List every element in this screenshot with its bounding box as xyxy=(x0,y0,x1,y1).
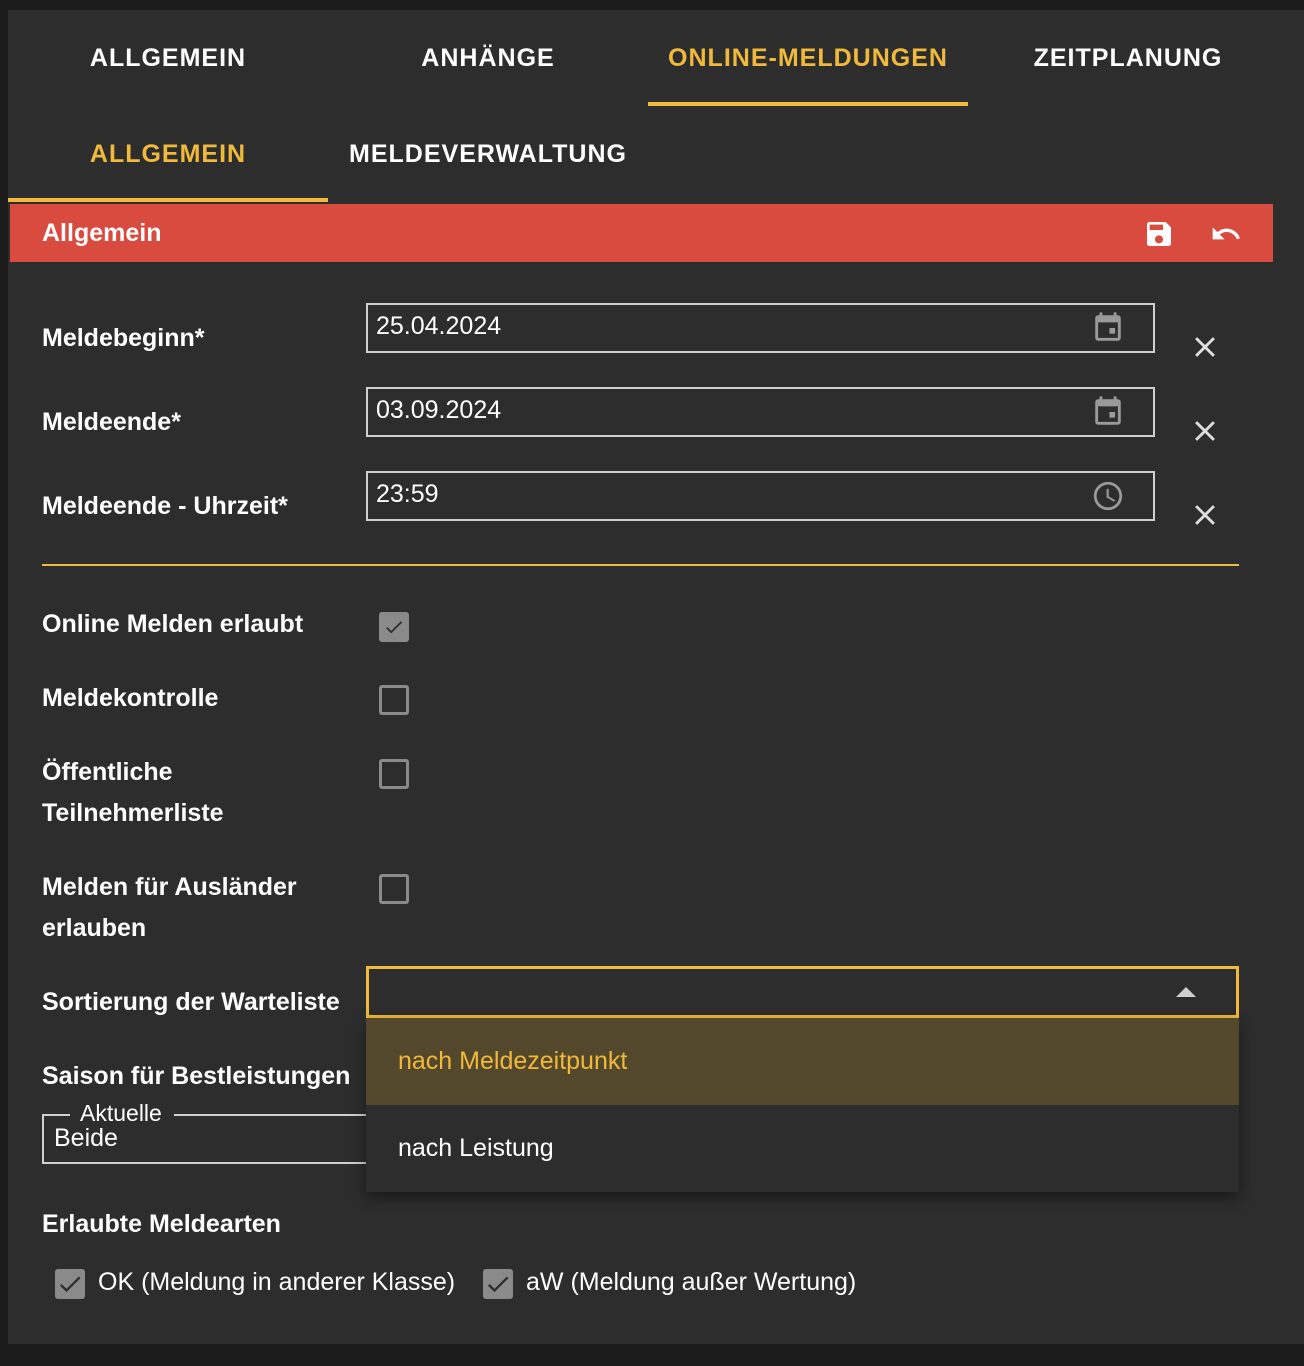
meldeende-label: Meldeende* xyxy=(42,408,181,436)
subtab-allgemein[interactable]: ALLGEMEIN xyxy=(8,106,328,202)
panel-header: Allgemein xyxy=(10,204,1273,262)
tab-allgemein[interactable]: ALLGEMEIN xyxy=(8,10,328,106)
undo-icon[interactable] xyxy=(1210,218,1242,250)
meldeart-ok-checkbox[interactable] xyxy=(55,1269,85,1299)
outline-segment xyxy=(42,1114,70,1116)
meldeende-uhrzeit-field[interactable]: 23:59 xyxy=(366,471,1155,521)
meldeende-value: 03.09.2024 xyxy=(376,396,502,424)
meldeende-field[interactable]: 03.09.2024 xyxy=(366,387,1155,437)
oeffentliche-liste-label: Öffentliche Teilnehmerliste xyxy=(42,752,224,834)
meldebeginn-label: Meldebeginn* xyxy=(42,324,205,352)
sortierung-select[interactable] xyxy=(366,966,1239,1018)
caret-up-icon xyxy=(1176,987,1196,997)
close-icon xyxy=(1195,421,1215,441)
meldebeginn-field[interactable]: 25.04.2024 xyxy=(366,303,1155,353)
tab-label: MELDEVERWALTUNG xyxy=(349,139,627,168)
section-divider xyxy=(42,564,1239,566)
saison-select[interactable]: Aktuelle Beide xyxy=(42,1100,382,1164)
meldeart-aw-checkbox[interactable] xyxy=(483,1269,513,1299)
saison-label: Saison für Bestleistungen xyxy=(42,1062,351,1090)
meldebeginn-value: 25.04.2024 xyxy=(376,312,502,340)
meldeende-uhrzeit-label: Meldeende - Uhrzeit* xyxy=(42,492,288,520)
check-icon xyxy=(386,621,403,634)
tab-label: ZEITPLANUNG xyxy=(1033,43,1223,72)
panel-title: Allgemein xyxy=(42,218,162,247)
meldearten-label: Erlaubte Meldearten xyxy=(42,1210,281,1238)
clear-meldeende-uhrzeit-button[interactable] xyxy=(1188,498,1222,532)
active-tab-indicator xyxy=(8,198,328,202)
oeffentliche-liste-checkbox[interactable] xyxy=(379,759,409,789)
tab-label: ONLINE-MELDUNGEN xyxy=(668,43,948,72)
online-melden-label: Online Melden erlaubt xyxy=(42,610,304,638)
label-line: Melden für Ausländer xyxy=(42,873,297,901)
meldeart-aw-label: aW (Meldung außer Wertung) xyxy=(526,1268,857,1296)
tab-zeitplanung[interactable]: ZEITPLANUNG xyxy=(968,10,1288,106)
primary-tab-bar: ALLGEMEIN ANHÄNGE ONLINE-MELDUNGEN ZEITP… xyxy=(8,10,1304,106)
tab-label: ANHÄNGE xyxy=(421,43,555,72)
save-icon[interactable] xyxy=(1143,218,1175,250)
auslaender-label: Melden für Ausländer erlauben xyxy=(42,867,297,949)
option-nach-meldezeitpunkt[interactable]: nach Meldezeitpunkt xyxy=(366,1018,1239,1105)
close-icon xyxy=(1195,337,1215,357)
calendar-icon[interactable] xyxy=(1091,311,1125,345)
check-icon xyxy=(59,1276,81,1293)
app-frame: ALLGEMEIN ANHÄNGE ONLINE-MELDUNGEN ZEITP… xyxy=(8,10,1304,1344)
meldeart-ok-label: OK (Meldung in anderer Klasse) xyxy=(98,1268,456,1296)
sortierung-label: Sortierung der Warteliste xyxy=(42,988,340,1016)
close-icon xyxy=(1195,505,1215,525)
meldekontrolle-label: Meldekontrolle xyxy=(42,684,219,712)
label-line: Teilnehmerliste xyxy=(42,799,224,827)
sortierung-dropdown: nach Meldezeitpunkt nach Leistung xyxy=(366,1018,1239,1192)
check-icon xyxy=(487,1276,509,1293)
clear-meldeende-button[interactable] xyxy=(1188,414,1222,448)
meldeende-uhrzeit-value: 23:59 xyxy=(376,480,439,508)
online-melden-checkbox[interactable] xyxy=(379,612,409,642)
calendar-icon[interactable] xyxy=(1091,395,1125,429)
clock-icon[interactable] xyxy=(1091,479,1125,513)
option-nach-leistung[interactable]: nach Leistung xyxy=(366,1105,1239,1192)
settings-panel: Allgemein Meldebeginn* 25.04.2024 Meldee… xyxy=(10,204,1273,1344)
label-line: Öffentliche xyxy=(42,758,173,786)
tab-label: ALLGEMEIN xyxy=(89,139,247,168)
secondary-tab-bar: ALLGEMEIN MELDEVERWALTUNG xyxy=(8,106,1304,202)
auslaender-checkbox[interactable] xyxy=(379,874,409,904)
clear-meldebeginn-button[interactable] xyxy=(1188,330,1222,364)
tab-label: ALLGEMEIN xyxy=(89,43,247,72)
saison-legend: Aktuelle xyxy=(80,1100,162,1126)
meldekontrolle-checkbox[interactable] xyxy=(379,685,409,715)
subtab-meldeverwaltung[interactable]: MELDEVERWALTUNG xyxy=(328,106,648,202)
tab-anhaenge[interactable]: ANHÄNGE xyxy=(328,10,648,106)
outline-segment xyxy=(174,1114,382,1116)
tab-online-meldungen[interactable]: ONLINE-MELDUNGEN xyxy=(648,10,968,106)
saison-value: Beide xyxy=(54,1124,118,1152)
label-line: erlauben xyxy=(42,914,147,942)
